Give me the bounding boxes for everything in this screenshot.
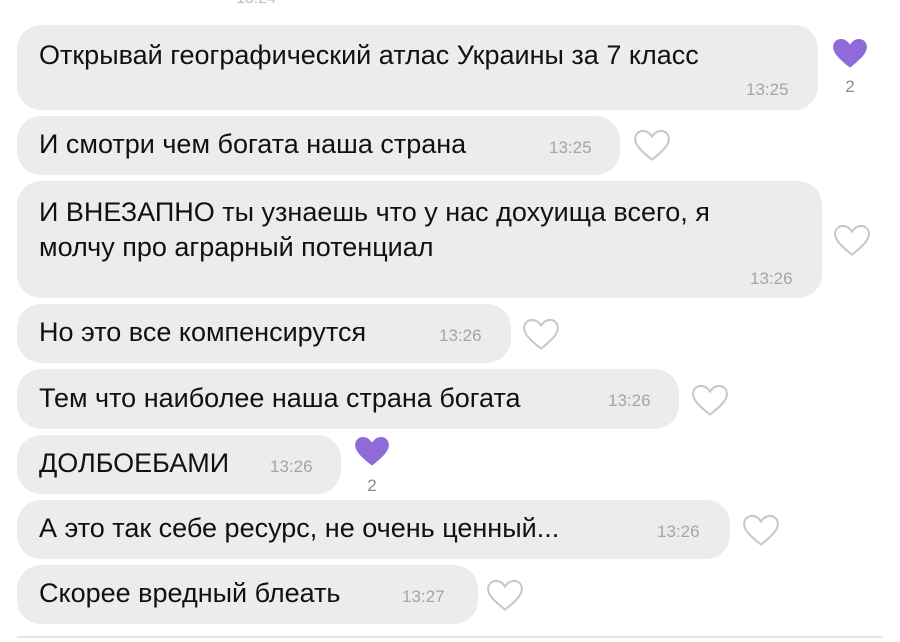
message-text: Открывай географический атлас Украины за…	[39, 40, 699, 70]
message-text: Скорее вредный блеать	[39, 578, 341, 608]
top-timestamp: 13:24	[236, 0, 276, 8]
message-bubble[interactable]: Скорее вредный блеать 13:27	[17, 565, 478, 624]
heart-outline-icon[interactable]	[743, 514, 779, 546]
like-count: 2	[845, 77, 855, 96]
heart-filled-icon[interactable]	[354, 435, 390, 467]
message-time: 13:26	[608, 391, 651, 410]
message-time: 13:25	[746, 80, 789, 99]
message-time: 13:26	[270, 457, 313, 476]
message-bubble[interactable]: ДОЛБОЕБАМИ 13:26	[17, 435, 341, 494]
message-bubble[interactable]: Открывай географический атлас Украины за…	[17, 25, 818, 110]
heart-outline-icon[interactable]	[634, 129, 670, 161]
message-text: ДОЛБОЕБАМИ	[39, 448, 230, 478]
heart-outline-icon[interactable]	[487, 579, 523, 611]
message-text: И ВНЕЗАПНО ты узнаешь что у нас дохуища …	[39, 197, 710, 262]
message-bubble[interactable]: А это так себе ресурс, не очень ценный..…	[17, 500, 730, 559]
like-count: 2	[367, 476, 377, 495]
message-text: Тем что наиболее наша страна богата	[39, 383, 521, 413]
message-bubble[interactable]: Но это все компенсирутся 13:26	[17, 304, 511, 363]
message-text: Но это все компенсирутся	[39, 317, 367, 347]
message-time: 13:26	[750, 269, 793, 288]
message-time: 13:26	[657, 522, 700, 541]
heart-outline-icon[interactable]	[692, 384, 728, 416]
message-time: 13:27	[402, 587, 445, 606]
heart-filled-icon[interactable]	[832, 37, 868, 69]
message-time: 13:25	[549, 138, 592, 157]
divider	[17, 636, 883, 638]
message-text: И смотри чем богата наша страна	[39, 129, 467, 159]
message-text: А это так себе ресурс, не очень ценный..…	[39, 513, 560, 543]
heart-outline-icon[interactable]	[834, 224, 870, 256]
message-bubble[interactable]: Тем что наиболее наша страна богата 13:2…	[17, 369, 679, 429]
message-bubble[interactable]: И смотри чем богата наша страна 13:25	[17, 116, 620, 175]
message-time: 13:26	[439, 326, 482, 345]
heart-outline-icon[interactable]	[523, 318, 559, 350]
message-bubble[interactable]: И ВНЕЗАПНО ты узнаешь что у нас дохуища …	[17, 181, 822, 298]
